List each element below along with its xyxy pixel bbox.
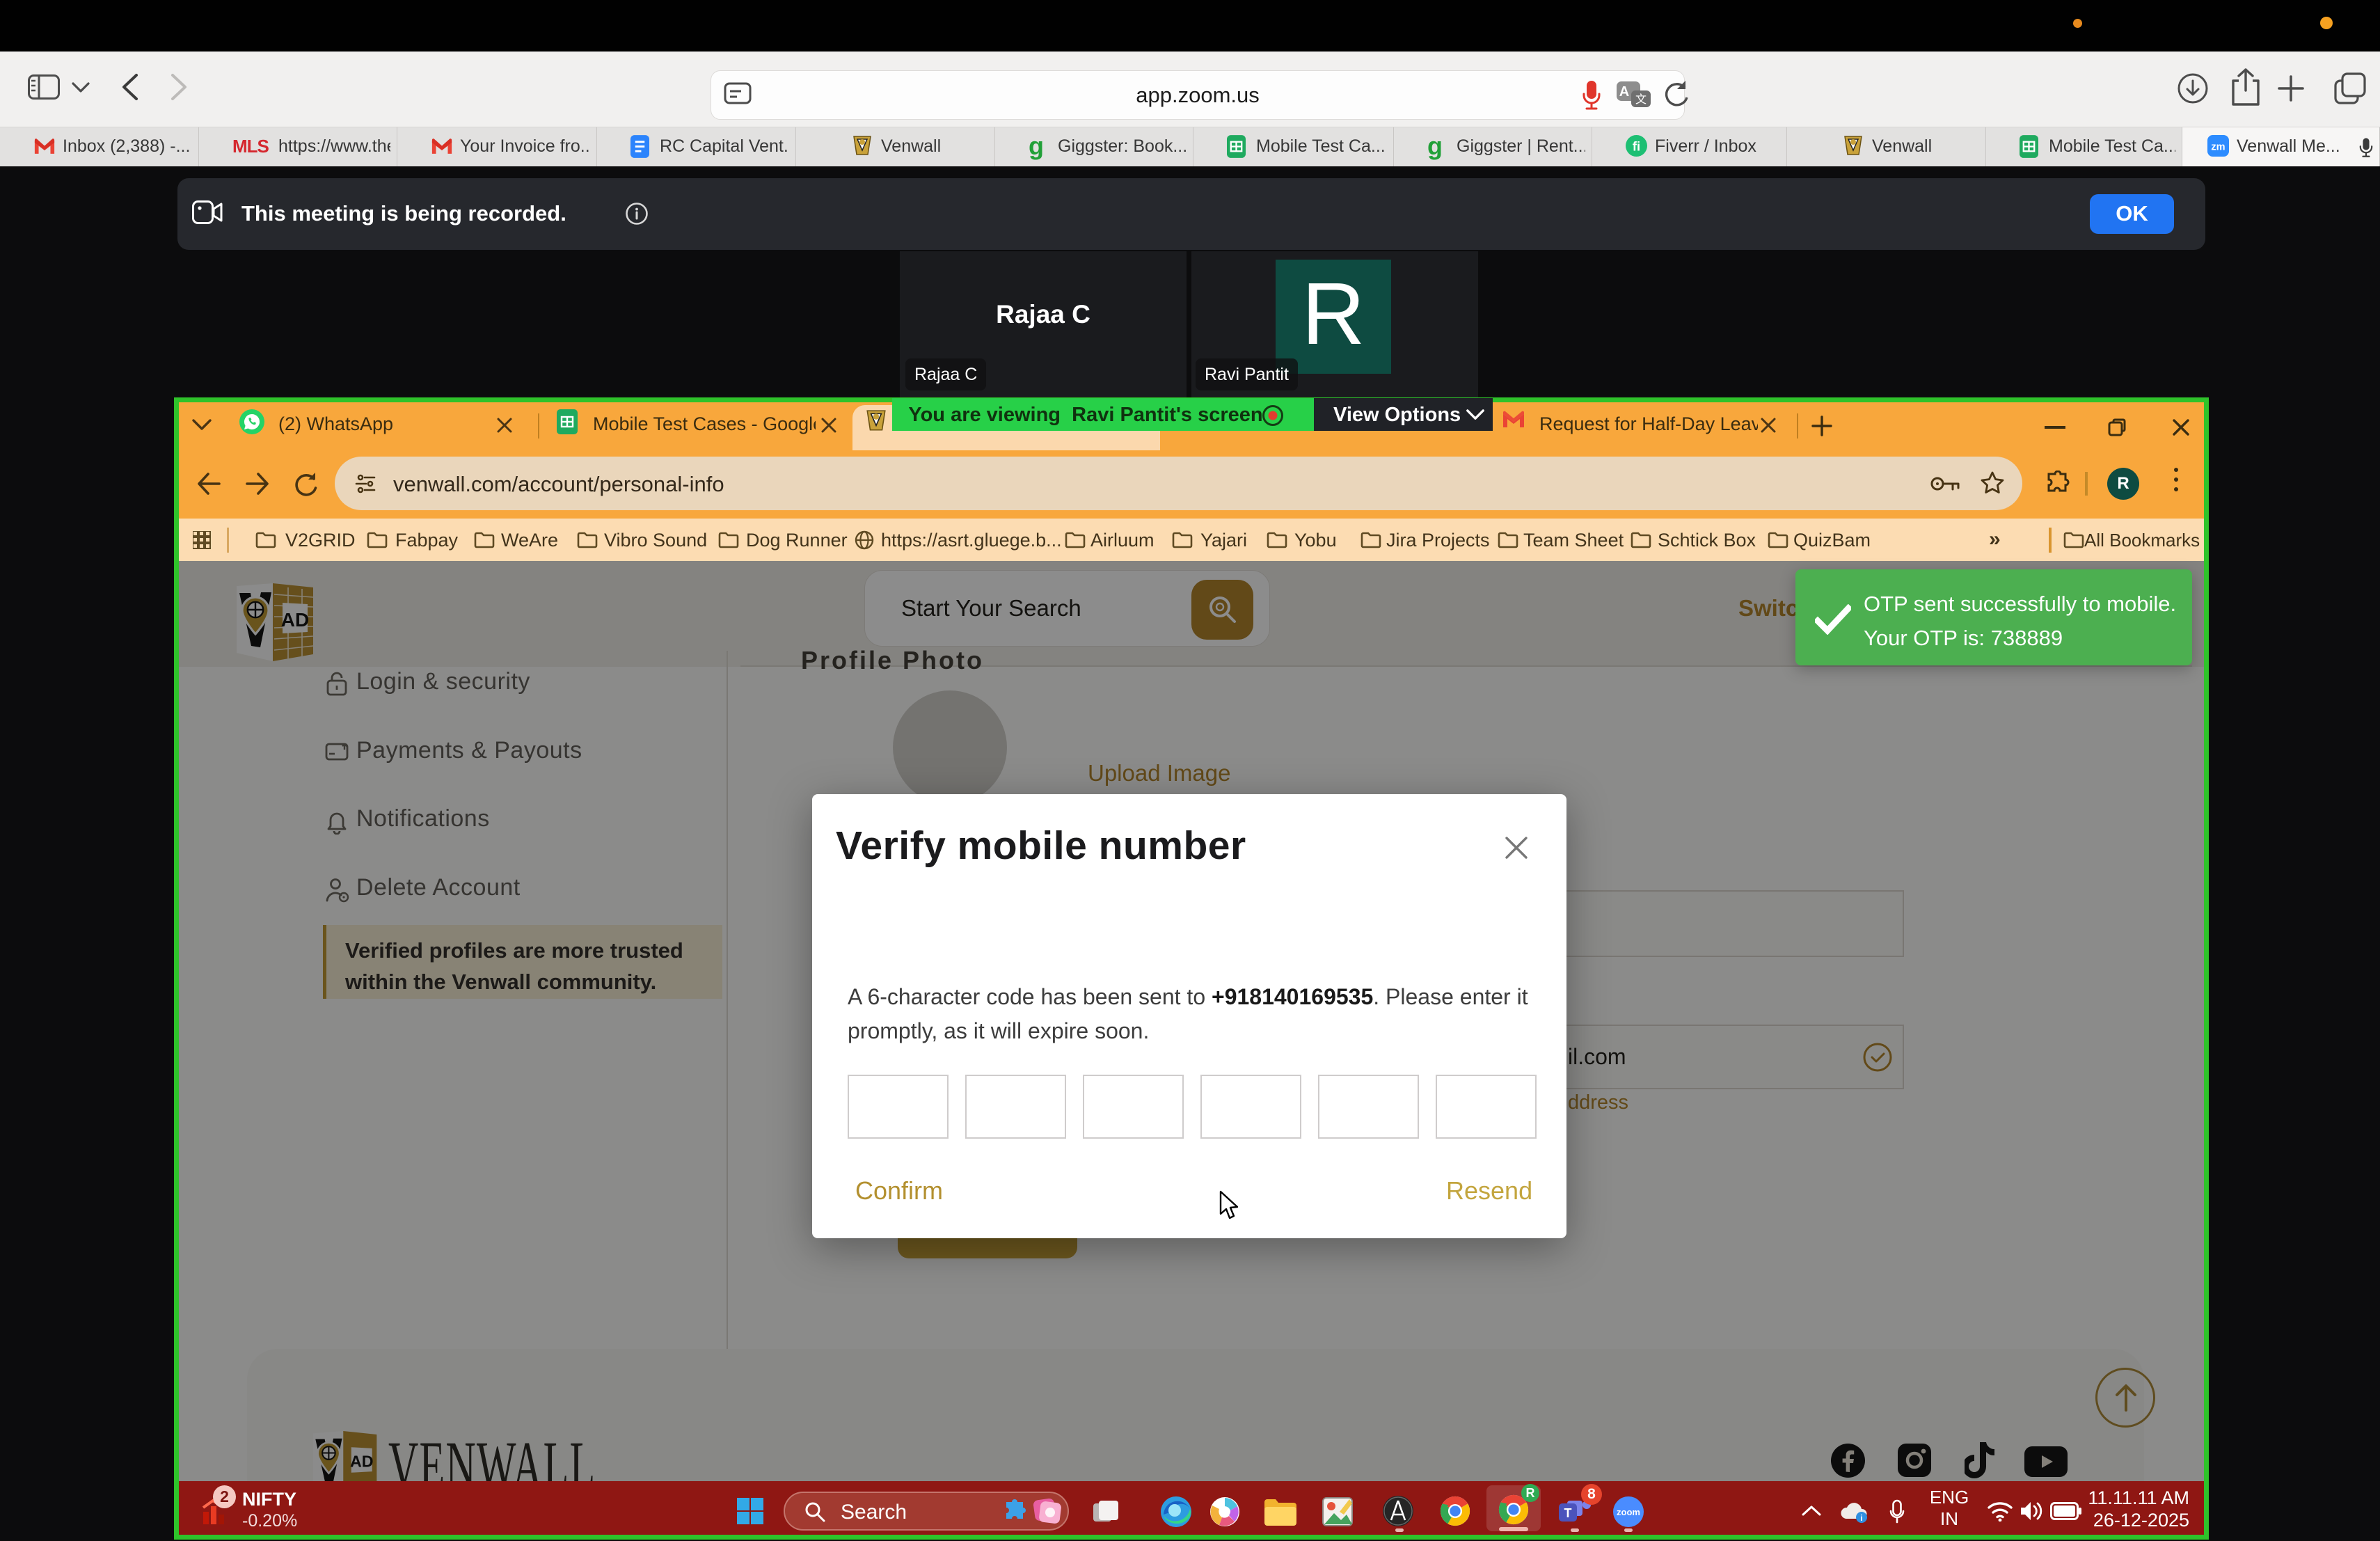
svg-text:A: A: [1619, 84, 1629, 100]
svg-text:zoom: zoom: [1617, 1507, 1640, 1517]
svg-text:i: i: [1860, 1513, 1862, 1523]
svg-text:fi: fi: [1633, 139, 1640, 153]
svg-text:T: T: [1564, 1506, 1572, 1520]
svg-text:zm: zm: [2211, 141, 2225, 152]
svg-text:文: 文: [1635, 93, 1647, 106]
